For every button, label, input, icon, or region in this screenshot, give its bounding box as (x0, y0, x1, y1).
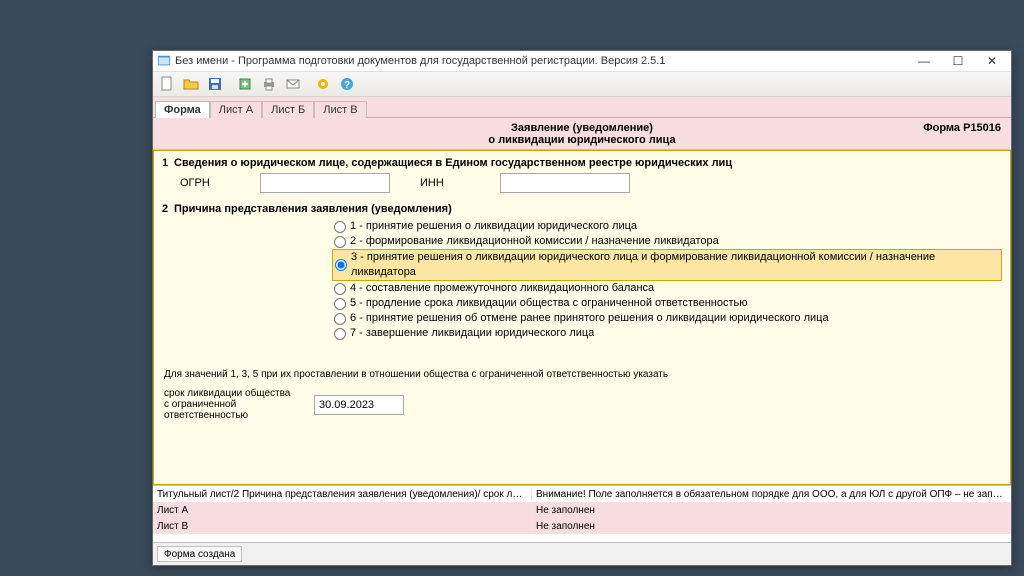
tab-sheet-b[interactable]: Лист Б (262, 101, 314, 118)
validation-grid: Титульный лист/2 Причина представления з… (153, 485, 1011, 542)
reason-radio-3[interactable] (335, 259, 347, 271)
toolbar: ? (153, 72, 1011, 97)
reason-option-5[interactable]: 5 - продление срока ликвидации общества … (332, 296, 1002, 311)
grid-cell-path: Титульный лист/2 Причина представления з… (153, 489, 532, 500)
reason-radio-1[interactable] (334, 221, 346, 233)
tabs-bar: Форма Лист А Лист Б Лист В (153, 97, 1011, 118)
reason-option-2[interactable]: 2 - формирование ликвидационной комиссии… (332, 234, 1002, 249)
grid-row[interactable]: Лист А Не заполнен (153, 502, 1011, 518)
mail-icon[interactable] (282, 74, 304, 94)
reason-option-6[interactable]: 6 - принятие решения об отмене ранее при… (332, 311, 1002, 326)
inn-label: ИНН (420, 177, 470, 189)
grid-cell-path: Лист В (153, 521, 532, 532)
reason-option-1[interactable]: 1 - принятие решения о ликвидации юридич… (332, 219, 1002, 234)
reason-radio-5[interactable] (334, 298, 346, 310)
reason-radio-group: 1 - принятие решения о ликвидации юридич… (332, 219, 1002, 341)
form-title-line2: о ликвидации юридического лица (161, 134, 1003, 146)
reason-radio-6[interactable] (334, 313, 346, 325)
close-button[interactable]: ✕ (975, 51, 1009, 71)
grid-row[interactable]: Титульный лист/2 Причина представления з… (153, 486, 1011, 502)
titlebar: Без имени - Программа подготовки докумен… (153, 51, 1011, 72)
print-icon[interactable] (258, 74, 280, 94)
reason-option-3[interactable]: 3 - принятие решения о ликвидации юридич… (332, 249, 1002, 281)
liquidation-term-label: срок ликвидации общества с ограниченной … (164, 388, 294, 421)
minimize-button[interactable]: — (907, 51, 941, 71)
grid-cell-path: Лист А (153, 505, 532, 516)
form-body: 1Сведения о юридическом лице, содержащие… (153, 150, 1011, 485)
reason-option-7[interactable]: 7 - завершение ликвидации юридического л… (332, 326, 1002, 341)
grid-cell-msg: Не заполнен (532, 521, 1011, 532)
reason-radio-7[interactable] (334, 328, 346, 340)
ogrn-label: ОГРН (180, 177, 230, 189)
ogrn-input[interactable] (260, 173, 390, 193)
help-icon[interactable]: ? (336, 74, 358, 94)
grid-row[interactable]: Лист В Не заполнен (153, 518, 1011, 534)
liquidation-term-input[interactable] (314, 395, 404, 415)
tab-sheet-v[interactable]: Лист В (314, 101, 366, 118)
section-2-note: Для значений 1, 3, 5 при их проставлении… (164, 369, 1002, 380)
statusbar: Форма создана (153, 542, 1011, 565)
app-window: Без имени - Программа подготовки докумен… (152, 50, 1012, 566)
tab-sheet-a[interactable]: Лист А (210, 101, 262, 118)
app-icon (157, 54, 171, 68)
tab-form[interactable]: Форма (155, 101, 210, 118)
svg-text:?: ? (344, 80, 350, 91)
status-text: Форма создана (157, 546, 242, 562)
reason-option-4[interactable]: 4 - составление промежуточного ликвидаци… (332, 281, 1002, 296)
window-title: Без имени - Программа подготовки докумен… (175, 55, 907, 67)
open-folder-icon[interactable] (180, 74, 202, 94)
save-icon[interactable] (204, 74, 226, 94)
maximize-button[interactable]: ☐ (941, 51, 975, 71)
grid-cell-msg: Внимание! Поле заполняется в обязательно… (532, 489, 1011, 500)
new-document-icon[interactable] (156, 74, 178, 94)
settings-gear-icon[interactable] (312, 74, 334, 94)
form-header: Заявление (уведомление) о ликвидации юри… (153, 118, 1011, 150)
reason-radio-2[interactable] (334, 236, 346, 248)
inn-input[interactable] (500, 173, 630, 193)
form-code: Форма Р15016 (923, 122, 1001, 134)
section-2-title: 2Причина представления заявления (уведом… (162, 203, 1002, 215)
reason-radio-4[interactable] (334, 283, 346, 295)
export-icon[interactable] (234, 74, 256, 94)
section-1-title: 1Сведения о юридическом лице, содержащие… (162, 157, 1002, 169)
form-title-line1: Заявление (уведомление) (161, 122, 1003, 134)
grid-cell-msg: Не заполнен (532, 505, 1011, 516)
